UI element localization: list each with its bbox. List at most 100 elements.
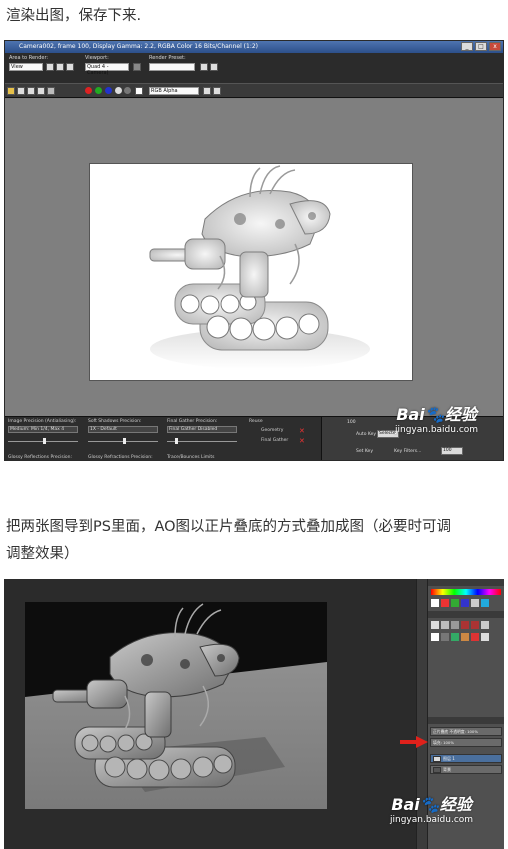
clone-frame-icon[interactable] <box>27 87 35 95</box>
color-balance-icon[interactable] <box>471 621 479 629</box>
paw-logo-icon: 🐾 <box>419 795 440 814</box>
trace-bounces-label: Trace/Bounces Limits <box>167 455 215 460</box>
remove-final-gather-icon[interactable]: ✕ <box>299 437 305 445</box>
edit-region-icon[interactable] <box>46 63 54 71</box>
time-field[interactable]: 100 <box>441 447 463 455</box>
curves-icon[interactable] <box>451 621 459 629</box>
clear-icon[interactable] <box>47 87 55 95</box>
green-channel-icon[interactable] <box>95 87 102 94</box>
red-arrow-icon <box>400 736 428 748</box>
crop-icon[interactable] <box>66 63 74 71</box>
opacity-value[interactable]: 不透明度: 100% <box>449 729 478 734</box>
auto-key-label[interactable]: Auto Key <box>356 432 376 437</box>
area-to-render-select[interactable]: View <box>9 63 43 71</box>
layer-row-1[interactable]: 图层 1 <box>430 754 502 763</box>
alpha-channel-icon[interactable] <box>115 87 122 94</box>
selective-color-icon[interactable] <box>461 633 469 641</box>
layer-2-thumbnail <box>433 767 441 773</box>
layer-1-thumbnail <box>433 756 441 762</box>
swatch[interactable] <box>431 599 439 607</box>
render-window-title: Camera002, frame 100, Display Gamma: 2.2… <box>19 43 259 50</box>
layer-row-2[interactable]: 背景 <box>430 765 502 774</box>
lock-icon[interactable] <box>133 63 141 71</box>
baidu-watermark-1: Bai🐾经验 jingyan.baidu.com <box>395 401 478 435</box>
render-window-titlebar: Camera002, frame 100, Display Gamma: 2.2… <box>5 41 503 53</box>
geometry-checkbox-label[interactable]: Geometry <box>261 428 283 433</box>
image-precision-slider-thumb[interactable] <box>43 438 46 444</box>
set-key-label[interactable]: Set Key <box>356 449 373 454</box>
swatch[interactable] <box>441 599 449 607</box>
swatch[interactable] <box>481 599 489 607</box>
render-preset-select[interactable] <box>149 63 195 71</box>
blend-mode-value[interactable]: 正片叠底 <box>433 729 448 734</box>
paw-logo-icon: 🐾 <box>424 405 445 424</box>
baidu-url: jingyan.baidu.com <box>395 425 479 435</box>
layer-2-name[interactable]: 背景 <box>443 767 451 772</box>
invert-icon[interactable] <box>431 633 439 641</box>
color-panel-tabs[interactable] <box>428 579 504 586</box>
channel-select[interactable]: RGB Alpha <box>149 87 199 95</box>
viewport-label: Viewport: <box>85 55 109 61</box>
image-precision-label: Image Precision (Antialiasing): <box>8 419 77 424</box>
area-to-render-label: Area to Render: <box>9 55 49 61</box>
final-gather-checkbox-label[interactable]: Final Gather <box>261 438 288 443</box>
key-filters-button[interactable]: Key Filters... <box>394 449 421 454</box>
reuse-label: Reuse <box>249 419 263 424</box>
monochrome-icon[interactable] <box>124 87 131 94</box>
brightness-icon[interactable] <box>431 621 439 629</box>
save-image-icon[interactable] <box>7 87 15 95</box>
viewport-select[interactable]: Quad 4 - Camera( <box>85 63 129 76</box>
swatch[interactable] <box>451 599 459 607</box>
toggle-overlay-icon[interactable] <box>213 87 221 95</box>
soft-shadows-slider-thumb[interactable] <box>123 438 126 444</box>
frame-number: 100 <box>347 420 356 425</box>
article-text-1: 渲染出图，保存下来. <box>6 8 142 24</box>
render-frame-screenshot: Camera002, frame 100, Display Gamma: 2.2… <box>4 40 504 461</box>
minimize-button[interactable]: _ <box>461 42 473 51</box>
print-icon[interactable] <box>37 87 45 95</box>
final-gather-field[interactable]: Final Gather Disabled <box>167 426 237 433</box>
fill-value[interactable]: 填充: 100% <box>433 740 454 745</box>
image-precision-field[interactable]: Medium: Min 1/4, Max 4 <box>8 426 78 433</box>
environment-icon[interactable] <box>210 63 218 71</box>
blue-channel-icon[interactable] <box>105 87 112 94</box>
channel-toolbar: RGB Alpha <box>5 83 503 97</box>
soft-shadows-label: Soft Shadows Precision: <box>88 419 142 424</box>
render-setup-icon[interactable] <box>200 63 208 71</box>
ao-render-image <box>89 163 413 381</box>
levels-icon[interactable] <box>441 621 449 629</box>
glossy-refractions-label: Glossy Refractions Precision: <box>88 455 153 460</box>
fill-row[interactable]: 填充: 100% <box>430 738 502 747</box>
layer-1-name[interactable]: 图层 1 <box>443 756 455 761</box>
baidu-logo-text: Bai <box>396 405 425 424</box>
toggle-ui-icon[interactable] <box>203 87 211 95</box>
gradient-map-icon[interactable] <box>451 633 459 641</box>
copy-image-icon[interactable] <box>17 87 25 95</box>
swatch-icon[interactable] <box>135 87 143 95</box>
red-channel-icon[interactable] <box>85 87 92 94</box>
layers-panel-tabs[interactable] <box>428 717 504 724</box>
final-gather-slider-thumb[interactable] <box>175 438 178 444</box>
adjustment-icons-row-1 <box>431 621 489 629</box>
adjustments-panel-tabs[interactable] <box>428 611 504 618</box>
swatch[interactable] <box>461 599 469 607</box>
photoshop-screenshot: 正片叠底 不透明度: 100% 填充: 100% 图层 1 背景 Bai🐾经验 … <box>4 579 504 849</box>
blend-mode-select[interactable]: 正片叠底 不透明度: 100% <box>430 727 502 736</box>
exposure-icon[interactable] <box>481 633 489 641</box>
auto-region-icon[interactable] <box>56 63 64 71</box>
composited-image <box>25 602 327 809</box>
final-gather-label: Final Gather Precision: <box>167 419 218 424</box>
render-preset-label: Render Preset: <box>149 55 186 61</box>
remove-geometry-icon[interactable]: ✕ <box>299 427 305 435</box>
color-spectrum[interactable] <box>431 589 501 595</box>
swatch[interactable] <box>471 599 479 607</box>
maximize-button[interactable]: □ <box>475 42 487 51</box>
threshold-icon[interactable] <box>441 633 449 641</box>
vibrance-icon[interactable] <box>471 633 479 641</box>
photo-filter-icon[interactable] <box>481 621 489 629</box>
close-button[interactable]: x <box>489 42 501 51</box>
baidu-logo-tail: 经验 <box>444 405 477 424</box>
soft-shadows-field[interactable]: 1X - Default <box>88 426 158 433</box>
hue-saturation-icon[interactable] <box>461 621 469 629</box>
baidu-url: jingyan.baidu.com <box>390 815 474 825</box>
